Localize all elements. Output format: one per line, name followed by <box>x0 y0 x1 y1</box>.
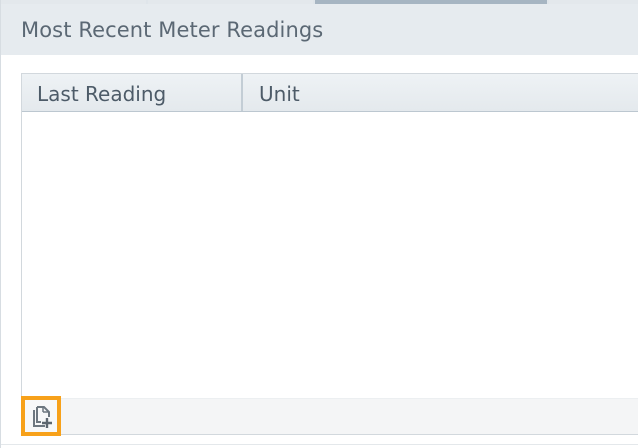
column-header-unit[interactable]: Unit <box>243 74 638 111</box>
active-tab-pointer-inner <box>424 4 438 11</box>
bottom-divider <box>1 444 638 445</box>
table-body <box>22 112 638 398</box>
meter-readings-table: Last Reading Unit <box>21 73 638 435</box>
table-header: Last Reading Unit <box>22 74 638 112</box>
table-footer <box>22 398 638 434</box>
add-reading-button[interactable] <box>21 396 61 436</box>
meter-readings-panel: Most Recent Meter Readings Last Reading … <box>0 0 638 448</box>
add-document-icon <box>33 406 52 428</box>
section-title: Most Recent Meter Readings <box>21 18 324 42</box>
section-header: Most Recent Meter Readings <box>1 4 638 55</box>
column-header-last-reading[interactable]: Last Reading <box>22 74 243 111</box>
